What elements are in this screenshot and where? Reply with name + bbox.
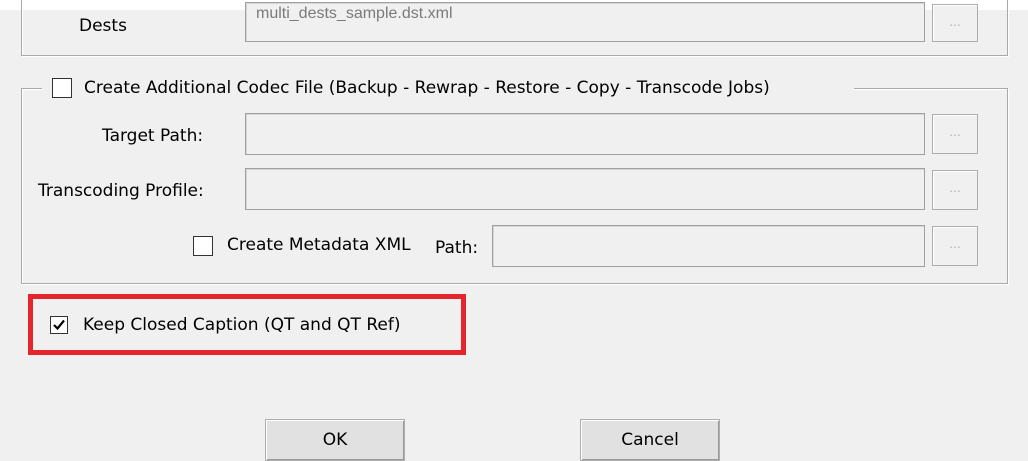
codec-file-checkbox-label: Create Additional Codec File (Backup - R… <box>84 78 770 98</box>
target-path-label: Target Path: <box>102 126 204 146</box>
metadata-path-label: Path: <box>435 238 479 258</box>
target-path-field[interactable] <box>245 113 925 155</box>
closed-caption-checkbox[interactable] <box>50 316 68 334</box>
metadata-xml-checkbox[interactable] <box>193 236 213 256</box>
metadata-path-browse-button[interactable]: ... <box>932 226 978 266</box>
codec-file-checkbox[interactable] <box>52 78 72 98</box>
transcoding-profile-field[interactable] <box>245 168 925 210</box>
transcoding-profile-browse-button[interactable]: ... <box>932 170 978 210</box>
transcoding-profile-label: Transcoding Profile: <box>38 181 204 201</box>
dests-browse-button[interactable]: ... <box>932 4 978 42</box>
closed-caption-label: Keep Closed Caption (QT and QT Ref) <box>83 315 401 335</box>
metadata-xml-label: Create Metadata XML <box>227 235 411 255</box>
dests-field[interactable]: multi_dests_sample.dst.xml <box>245 2 925 42</box>
codec-group-title: Create Additional Codec File (Backup - R… <box>42 76 854 102</box>
ok-button[interactable]: OK <box>265 419 405 461</box>
dests-value: multi_dests_sample.dst.xml <box>256 5 453 22</box>
target-path-browse-button[interactable]: ... <box>932 114 978 154</box>
cancel-button[interactable]: Cancel <box>580 419 720 461</box>
checkmark-icon <box>53 319 65 331</box>
dests-label: Dests <box>79 16 127 36</box>
metadata-path-field[interactable] <box>492 225 925 267</box>
